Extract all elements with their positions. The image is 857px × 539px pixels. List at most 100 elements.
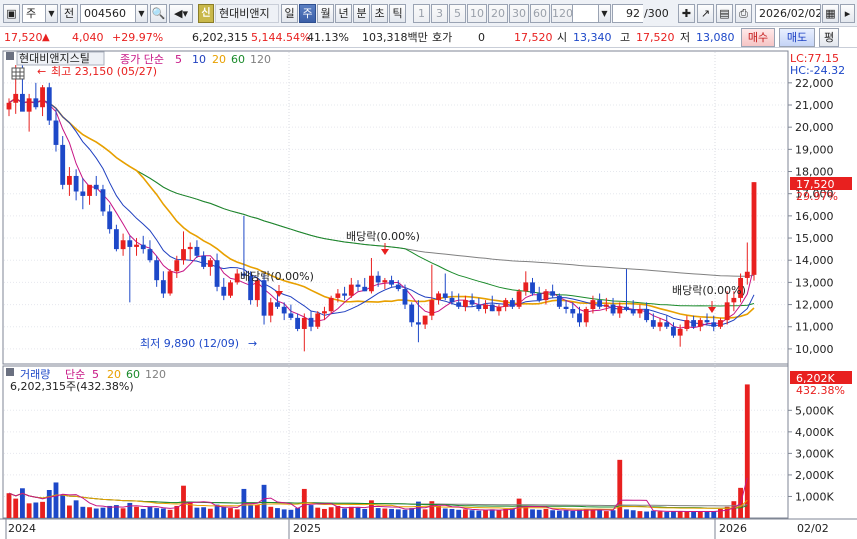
volume-bar — [543, 508, 549, 518]
candle-body — [597, 300, 603, 307]
print-icon[interactable]: ⎙ — [735, 4, 752, 23]
calendar-icon[interactable]: ▦ — [822, 4, 839, 23]
speaker-icon[interactable]: ◀▾ — [169, 4, 193, 23]
eval-button[interactable]: 평 — [819, 28, 839, 47]
tick-10-button[interactable]: 10 — [467, 4, 487, 23]
candle-body — [93, 184, 99, 190]
x-end-label: 02/02 — [797, 522, 829, 535]
candle-body — [60, 144, 66, 185]
candle-body — [301, 317, 307, 329]
volume-bar — [697, 511, 703, 518]
chart-menu-icon[interactable]: ▣ — [3, 4, 20, 23]
volume-bar — [570, 510, 576, 518]
period-0-button[interactable]: 일 — [281, 4, 298, 23]
volume-tick-label: 1,000K — [795, 490, 834, 503]
candle-body — [228, 282, 233, 296]
volume-bar — [288, 509, 294, 518]
volume-bar — [140, 508, 146, 518]
table-icon[interactable] — [11, 67, 25, 80]
chart-area: 10,000 11,000 12,000 13,000 14,000 15,000 16,0… — [0, 48, 857, 539]
tick-30-button[interactable]: 30 — [509, 4, 529, 23]
quote-amount: 103,318백만 — [362, 31, 428, 44]
code-dropdown-icon[interactable]: ▼ — [135, 4, 148, 23]
volume-bar — [610, 510, 616, 518]
volume-bar — [221, 506, 227, 518]
trendline-icon[interactable]: ↗ — [697, 4, 714, 23]
candle-body — [462, 300, 468, 307]
price-tick-label: 13,000 — [795, 276, 834, 289]
volume-bar — [342, 508, 348, 518]
low-note: 최저 9,890 (12/09) — [140, 337, 239, 350]
candle-body — [308, 317, 314, 327]
market-select[interactable]: 주 — [22, 4, 46, 23]
buy-button[interactable]: 매수 — [741, 28, 775, 47]
volume-bar — [335, 505, 341, 518]
period-6-button[interactable]: 틱 — [389, 4, 406, 23]
candle-body — [322, 311, 327, 314]
code-input[interactable]: 004560 — [80, 4, 136, 23]
candle-body — [389, 280, 394, 285]
dividend-note-2: 배당락(0.00%) — [346, 230, 420, 243]
tick-1-button[interactable]: 1 — [413, 4, 430, 23]
save-icon[interactable]: ▤ — [716, 4, 733, 23]
volume-bar — [207, 508, 213, 518]
more-icon[interactable]: ▸ — [840, 4, 855, 23]
candle-body — [167, 271, 173, 294]
stock-name-text: 현대비앤지 — [219, 7, 270, 20]
date-value: 2026/02/02 — [759, 7, 821, 20]
candle-body — [348, 284, 354, 296]
count-input[interactable]: 92 — [612, 4, 644, 23]
period-1-button[interactable]: 주 — [299, 4, 316, 23]
volume-bar — [523, 506, 529, 518]
period-2-button[interactable]: 월 — [317, 4, 334, 23]
crosshair-icon[interactable]: ✚ — [678, 4, 695, 23]
volume-bar — [489, 509, 495, 518]
candle-body — [449, 297, 455, 303]
volume-bar — [120, 508, 126, 518]
volume-bar — [87, 507, 92, 518]
volume-tick-label: 5,000K — [795, 404, 834, 417]
candle-body — [154, 260, 160, 281]
tick-3-button[interactable]: 3 — [431, 4, 448, 23]
volume-bar — [657, 511, 663, 518]
tick-120-button[interactable]: 120 — [551, 4, 573, 23]
date-input[interactable]: 2026/02/02 — [755, 4, 821, 23]
candle-body — [201, 255, 207, 267]
period-3-button[interactable]: 년 — [335, 4, 352, 23]
stock-chart[interactable]: 10,000 11,000 12,000 13,000 14,000 15,000 16,0… — [0, 48, 857, 539]
volume-bar — [248, 505, 254, 518]
volume-bar — [711, 511, 717, 518]
count-total: /300 — [643, 4, 677, 23]
volume-bar — [630, 510, 636, 518]
volume-bar — [422, 509, 428, 518]
period-5-button[interactable]: 초 — [371, 4, 388, 23]
volume-bar — [395, 509, 401, 518]
candle-body — [476, 304, 482, 309]
quote-price: 17,520 — [4, 31, 43, 44]
period-4-button[interactable]: 분 — [353, 4, 370, 23]
volume-bar — [496, 510, 502, 518]
volume-bar — [650, 510, 656, 518]
price-tick-label: 12,000 — [795, 299, 834, 312]
high-price: 17,520 — [636, 31, 675, 44]
candle-body — [402, 289, 408, 305]
candle-body — [644, 309, 650, 321]
tick-20-button[interactable]: 20 — [488, 4, 508, 23]
candle-body — [422, 315, 428, 325]
market-dropdown-icon[interactable]: ▼ — [45, 4, 58, 23]
volume-handle-icon[interactable] — [6, 368, 14, 376]
volume-bar — [436, 505, 441, 518]
tick-60-button[interactable]: 60 — [530, 4, 550, 23]
candle-body — [664, 322, 670, 327]
panel-handle-icon[interactable] — [6, 52, 14, 60]
badge-text: 신 — [201, 8, 211, 19]
tick-5-button[interactable]: 5 — [449, 4, 466, 23]
candle-body — [543, 291, 549, 301]
dividend-note-3: 배당락(0.00%) — [672, 284, 746, 297]
prev-button[interactable]: 전 — [60, 4, 78, 23]
count-dropdown-icon[interactable]: ▼ — [598, 4, 611, 23]
price-tick-label: 15,000 — [795, 232, 834, 245]
search-icon[interactable]: 🔍 — [150, 4, 167, 23]
volume-bar — [66, 505, 72, 518]
sell-button[interactable]: 매도 — [779, 28, 815, 47]
